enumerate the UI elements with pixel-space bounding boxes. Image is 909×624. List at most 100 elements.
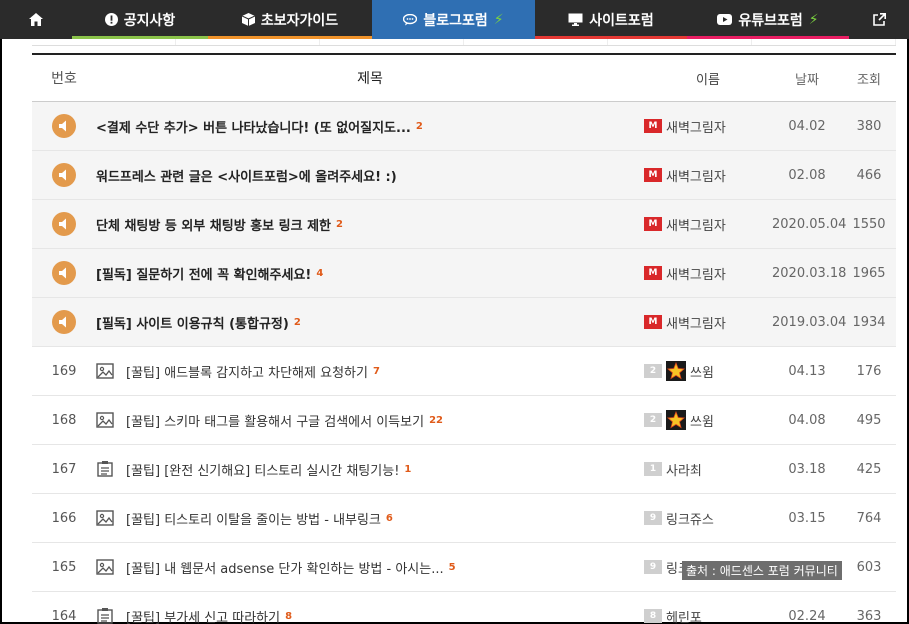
author-cell[interactable]: M 새벽그림자 bbox=[644, 313, 772, 332]
post-title-cell: 단체 채팅방 등 외부 채팅방 홍보 링크 제한 2 bbox=[96, 215, 644, 234]
post-number: 169 bbox=[51, 363, 77, 379]
author-cell[interactable]: 9 링크쥬스 bbox=[644, 509, 772, 528]
post-row[interactable]: 169 [꿀팁] 애드블록 감지하고 차단해제 요청하기 7 2 쓰윔 04.1… bbox=[32, 347, 896, 396]
post-title-link[interactable]: 워드프레스 관련 글은 <사이트포럼>에 올려주세요! :) bbox=[96, 166, 397, 185]
author-name: 쓰윔 bbox=[690, 365, 714, 381]
post-row[interactable]: 164 [꿀팁] 부가세 신고 따라하기 8 8 헤린포 02.24 363 bbox=[32, 592, 896, 624]
manager-badge-icon: M bbox=[644, 217, 662, 231]
post-title-cell: [꿀팁] 부가세 신고 따라하기 8 bbox=[96, 607, 644, 624]
author-name: 새벽그림자 bbox=[666, 218, 726, 234]
tab-blog-forum[interactable]: 블로그포럼 ⚡ bbox=[372, 0, 535, 39]
post-date: 2020.05.04 bbox=[772, 216, 847, 232]
level-badge: 1 bbox=[644, 462, 662, 476]
post-table: 번호 제목 이름 날짜 조회 <결제 수단 추가> 버튼 나타났습니다! (또 … bbox=[32, 53, 896, 624]
tab-notice[interactable]: 공지사항 bbox=[72, 0, 208, 39]
tab-external[interactable] bbox=[849, 0, 909, 39]
post-date: 03.18 bbox=[788, 461, 826, 477]
post-title-link[interactable]: [필독] 사이트 이용규칙 (통합규정) bbox=[96, 313, 289, 332]
comment-count: 1 bbox=[404, 463, 412, 475]
speaker-icon bbox=[52, 114, 76, 138]
speaker-icon bbox=[52, 163, 76, 187]
tab-underline bbox=[535, 36, 687, 39]
header-hits: 조회 bbox=[857, 72, 881, 88]
lightning-icon: ⚡ bbox=[493, 11, 504, 28]
author-cell[interactable]: M 새벽그림자 bbox=[644, 117, 772, 136]
post-date: 03.15 bbox=[788, 510, 826, 526]
tab-underline bbox=[372, 36, 535, 39]
post-date: 04.08 bbox=[788, 412, 826, 428]
header-date: 날짜 bbox=[795, 72, 819, 88]
tab-label: 사이트포럼 bbox=[589, 12, 654, 29]
notice-icon-cell bbox=[32, 261, 96, 285]
post-date: 04.02 bbox=[788, 118, 826, 134]
author-cell[interactable]: 8 헤린포 bbox=[644, 607, 772, 624]
tab-site-forum[interactable]: 사이트포럼 bbox=[535, 0, 687, 39]
external-link-icon bbox=[872, 13, 886, 26]
post-title-link[interactable]: [꿀팁] 애드블록 감지하고 차단해제 요청하기 bbox=[126, 362, 368, 381]
author-cell[interactable]: M 새벽그림자 bbox=[644, 166, 772, 185]
tab-youtube-forum[interactable]: 유튜브포럼 ⚡ bbox=[687, 0, 849, 39]
post-row[interactable]: 168 [꿀팁] 스키마 태그를 활용해서 구글 검색에서 이득보기 22 2 … bbox=[32, 396, 896, 445]
notice-icon-cell bbox=[32, 163, 96, 187]
post-date: 02.24 bbox=[788, 608, 826, 624]
level-badge: 9 bbox=[644, 560, 662, 574]
document-icon bbox=[97, 608, 113, 624]
post-title-link[interactable]: [꿀팁] 스키마 태그를 활용해서 구글 검색에서 이득보기 bbox=[126, 411, 424, 430]
post-date: 2020.03.18 bbox=[772, 265, 847, 281]
tab-label: 유튜브포럼 bbox=[738, 12, 803, 29]
tab-underline bbox=[208, 36, 372, 39]
author-cell[interactable]: 2 쓰윔 bbox=[644, 361, 772, 381]
author-name: 새벽그림자 bbox=[666, 120, 726, 136]
notice-row[interactable]: <결제 수단 추가> 버튼 나타났습니다! (또 없어질지도... 2 M 새벽… bbox=[32, 102, 896, 151]
post-title-link[interactable]: [꿀팁] 부가세 신고 따라하기 bbox=[126, 607, 280, 624]
tab-underline bbox=[72, 36, 208, 39]
level-badge: 9 bbox=[644, 511, 662, 525]
author-cell[interactable]: M 새벽그림자 bbox=[644, 215, 772, 234]
post-hits: 380 bbox=[856, 118, 882, 134]
manager-badge-icon: M bbox=[644, 315, 662, 329]
tab-home[interactable] bbox=[0, 0, 72, 39]
post-row[interactable]: 166 [꿀팁] 티스토리 이탈을 줄이는 방법 - 내부링크 6 9 링크쥬스… bbox=[32, 494, 896, 543]
lightning-icon: ⚡ bbox=[808, 11, 819, 28]
author-name: 쓰윔 bbox=[690, 414, 714, 430]
home-icon bbox=[29, 13, 43, 26]
notice-icon-cell bbox=[32, 212, 96, 236]
speaker-icon bbox=[52, 261, 76, 285]
author-cell[interactable]: 2 쓰윔 bbox=[644, 410, 772, 430]
post-hits: 603 bbox=[856, 559, 882, 575]
post-title-link[interactable]: <결제 수단 추가> 버튼 나타났습니다! (또 없어질지도... bbox=[96, 117, 411, 136]
level-badge: 8 bbox=[644, 609, 662, 623]
comment-count: 5 bbox=[448, 561, 456, 573]
tab-label: 공지사항 bbox=[123, 12, 176, 29]
notice-row[interactable]: 워드프레스 관련 글은 <사이트포럼>에 올려주세요! :) M 새벽그림자 0… bbox=[32, 151, 896, 200]
star-avatar-icon bbox=[666, 361, 686, 381]
speaker-icon bbox=[52, 212, 76, 236]
notice-icon-cell bbox=[32, 114, 96, 138]
notice-row[interactable]: [필독] 사이트 이용규칙 (통합규정) 2 M 새벽그림자 2019.03.0… bbox=[32, 298, 896, 347]
table-header: 번호 제목 이름 날짜 조회 bbox=[32, 55, 896, 102]
post-title-link[interactable]: [필독] 질문하기 전에 꼭 확인해주세요! bbox=[96, 264, 311, 283]
comment-count: 7 bbox=[372, 365, 380, 377]
notice-row[interactable]: [필독] 질문하기 전에 꼭 확인해주세요! 4 M 새벽그림자 2020.03… bbox=[32, 249, 896, 298]
tab-beginner-guide[interactable]: 초보자가이드 bbox=[208, 0, 372, 39]
post-title-link[interactable]: [꿀팁] 내 웹문서 adsense 단가 확인하는 방법 - 아시는... bbox=[126, 558, 444, 577]
post-title-link[interactable]: 단체 채팅방 등 외부 채팅방 홍보 링크 제한 bbox=[96, 215, 331, 234]
comment-count: 22 bbox=[429, 414, 443, 426]
author-name: 새벽그림자 bbox=[666, 267, 726, 283]
manager-badge-icon: M bbox=[644, 119, 662, 133]
level-badge: 2 bbox=[644, 413, 662, 427]
post-title-cell: 워드프레스 관련 글은 <사이트포럼>에 올려주세요! :) bbox=[96, 166, 644, 185]
post-row[interactable]: 167 [꿀팁] [완전 신기해요] 티스토리 실시간 채팅기능! 1 1 사라… bbox=[32, 445, 896, 494]
author-cell[interactable]: 1 사라최 bbox=[644, 460, 772, 479]
header-title: 제목 bbox=[357, 71, 383, 87]
notice-row[interactable]: 단체 채팅방 등 외부 채팅방 홍보 링크 제한 2 M 새벽그림자 2020.… bbox=[32, 200, 896, 249]
image-icon bbox=[96, 510, 114, 526]
post-title-link[interactable]: [꿀팁] [완전 신기해요] 티스토리 실시간 채팅기능! bbox=[126, 460, 399, 479]
author-cell[interactable]: M 새벽그림자 bbox=[644, 264, 772, 283]
document-icon bbox=[97, 461, 113, 477]
post-hits: 176 bbox=[856, 363, 882, 379]
speaker-icon bbox=[52, 310, 76, 334]
notice-icon-cell bbox=[32, 310, 96, 334]
top-nav: 공지사항 초보자가이드 블로그포럼 ⚡ 사이트포럼 유튜브포럼 ⚡ bbox=[0, 0, 909, 39]
post-title-link[interactable]: [꿀팁] 티스토리 이탈을 줄이는 방법 - 내부링크 bbox=[126, 509, 381, 528]
